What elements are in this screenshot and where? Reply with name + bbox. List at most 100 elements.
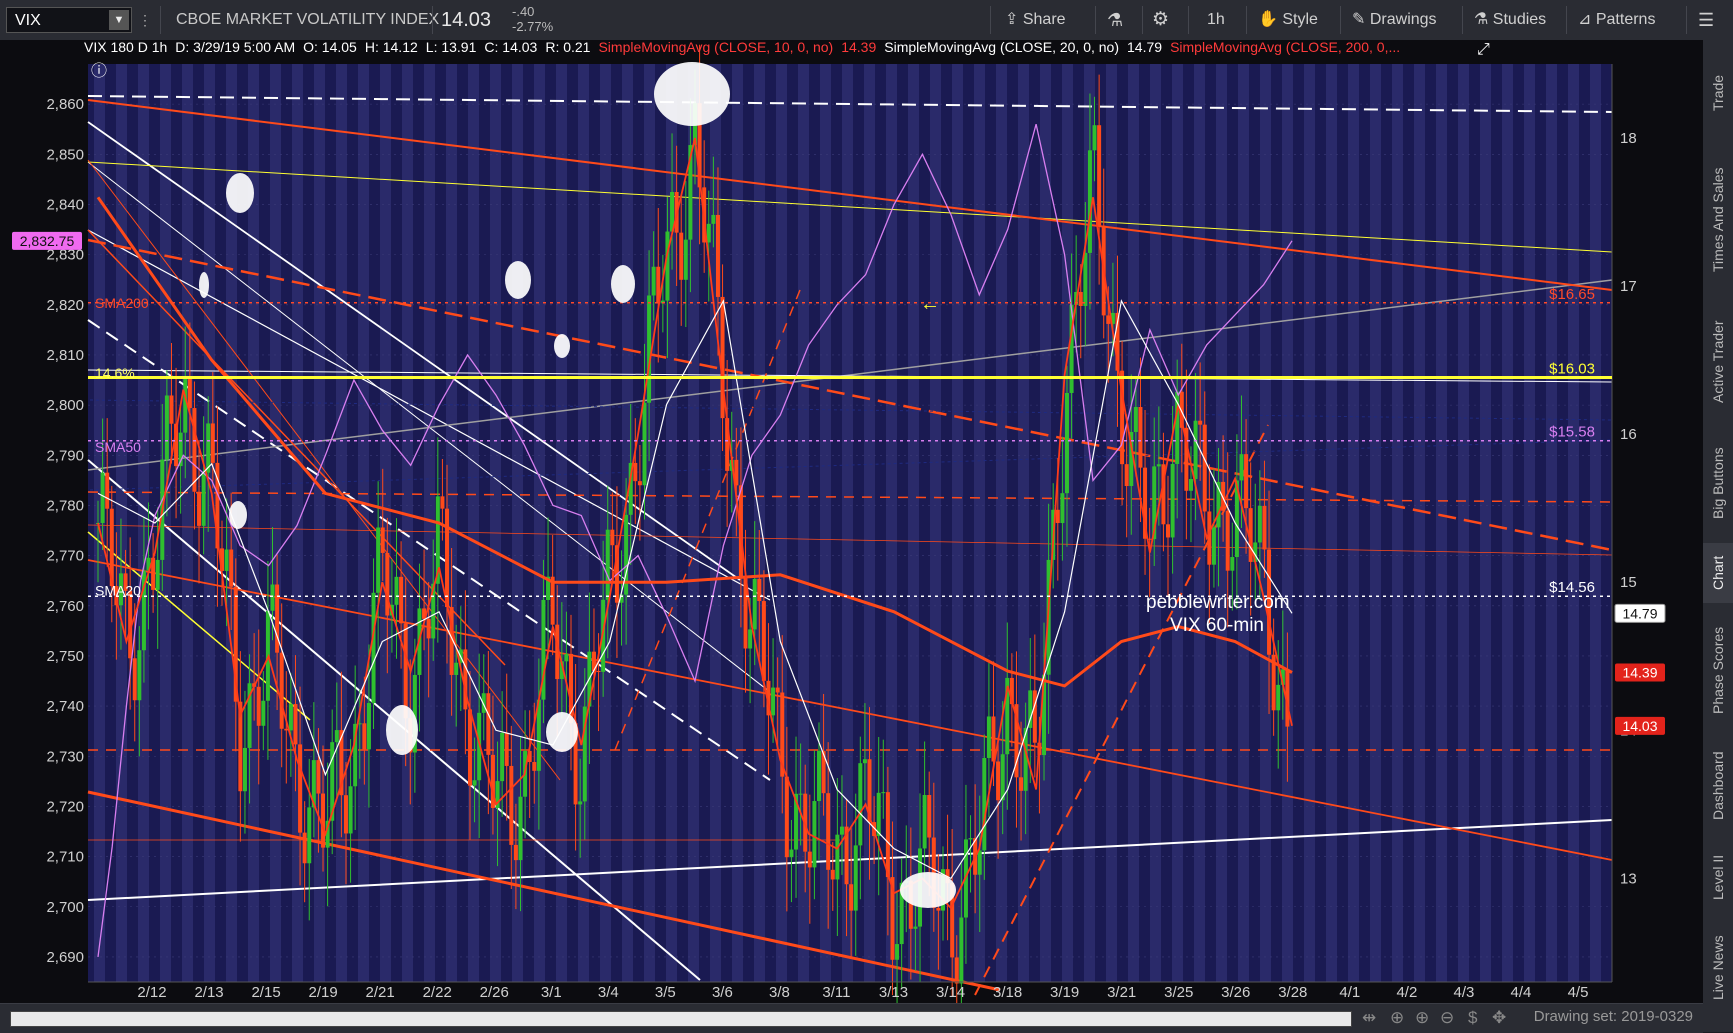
candle-body — [486, 693, 491, 755]
session-band — [1414, 64, 1425, 982]
patterns-button[interactable]: ⊿ Patterns — [1578, 0, 1655, 40]
session-band — [1238, 64, 1249, 982]
x-tick-label: 3/6 — [712, 984, 733, 1001]
header-item: SimpleMovingAvg (CLOSE, 10, 0, no) — [598, 40, 833, 55]
candle-body — [1138, 406, 1143, 468]
candle-body — [454, 662, 459, 675]
candle-body — [105, 472, 110, 509]
patterns-label: Patterns — [1595, 11, 1656, 28]
x-tick-label: 3/1 — [541, 984, 562, 1001]
candle-body — [1000, 754, 1005, 801]
top-toolbar: VIX ▼ ⋮ CBOE MARKET VOLATILITY INDEX 14.… — [0, 0, 1733, 41]
tab-times-and-sales[interactable]: Times And Sales — [1703, 145, 1733, 295]
arrow-left-icon: ← — [920, 293, 940, 315]
timeframe-button[interactable]: 1h — [1207, 0, 1225, 40]
left-tick-label: 2,710 — [46, 849, 84, 866]
candle-body — [564, 653, 569, 662]
tab-level-ii[interactable]: Level II — [1703, 842, 1733, 912]
pan-icon[interactable]: ✥ — [1492, 1008, 1506, 1028]
candle-body — [647, 295, 652, 403]
right-value-label: 14.39 — [1622, 665, 1657, 681]
x-tick-label: 3/4 — [598, 984, 619, 1001]
zoom-out-icon[interactable]: ⊖ — [1440, 1008, 1454, 1028]
session-bands — [88, 64, 1612, 982]
gear-icon[interactable]: ⚙ — [1152, 0, 1169, 40]
pivot-marker — [199, 272, 209, 298]
drawings-button[interactable]: ✎ Drawings — [1352, 0, 1437, 40]
candle-body — [715, 214, 720, 297]
left-tick-label: 2,770 — [46, 548, 84, 565]
tab-active-trader[interactable]: Active Trader — [1703, 302, 1733, 422]
tab-trade[interactable]: Trade — [1703, 48, 1733, 138]
candle-body — [500, 732, 505, 782]
candle-body — [798, 793, 803, 795]
candle-body — [1092, 125, 1097, 151]
right-tick-label: 17 — [1620, 278, 1637, 295]
left-tick-label: 2,800 — [46, 397, 84, 414]
dollar-icon[interactable]: $ — [1468, 1008, 1477, 1028]
scroll-arrows-icon[interactable]: ⇹ — [1362, 1008, 1376, 1028]
session-band — [1326, 64, 1337, 982]
style-button[interactable]: ✋ Style — [1258, 0, 1318, 40]
alert-icon: ⓘ — [91, 62, 107, 80]
candle-body — [197, 491, 202, 526]
candle-body — [187, 378, 192, 409]
candle-body — [348, 786, 353, 834]
toolbar-divider — [1142, 6, 1143, 34]
x-tick-label: 4/1 — [1339, 984, 1360, 1001]
candle-body — [509, 765, 514, 845]
candle-body — [835, 834, 840, 880]
session-band — [1018, 64, 1029, 982]
zoom-in-icon[interactable]: ⊕ — [1415, 1008, 1429, 1028]
last-price: 14.03 — [441, 9, 492, 31]
price-chart[interactable]: 2,8602,8502,8402,8302,8202,8102,8002,790… — [0, 40, 1703, 1003]
symbol-input[interactable]: VIX ▼ — [6, 7, 132, 33]
tab-dashboard[interactable]: Dashboard — [1703, 736, 1733, 836]
tab-phase-scores[interactable]: Phase Scores — [1703, 610, 1733, 730]
candle-body — [771, 687, 776, 716]
crosshair-icon[interactable]: ⊕ — [1390, 1008, 1404, 1028]
candle-body — [366, 703, 371, 750]
candle-body — [1060, 493, 1065, 524]
drawings-label: Drawings — [1369, 11, 1437, 28]
tab-big-buttons[interactable]: Big Buttons — [1703, 428, 1733, 538]
style-label: Style — [1282, 11, 1318, 28]
candle-body — [1262, 505, 1267, 550]
studies-label: Studies — [1492, 11, 1547, 28]
price-change: -.40 -2.77% — [512, 4, 553, 34]
chart-scrollbar[interactable] — [10, 1011, 1352, 1027]
candle-body — [1188, 479, 1193, 491]
candle-body — [895, 944, 900, 960]
right-value-label: 14.79 — [1622, 605, 1657, 621]
flask-icon[interactable]: ⚗ — [1107, 0, 1123, 40]
session-band — [182, 64, 193, 982]
share-button[interactable]: ⇪ Share — [1005, 0, 1066, 40]
candle-body — [876, 792, 881, 837]
menu-icon[interactable]: ☰ — [1698, 0, 1714, 40]
candle-body — [504, 732, 509, 766]
toolbar-divider — [160, 6, 161, 34]
tab-live-news[interactable]: Live News — [1703, 918, 1733, 1018]
candle-body — [1083, 252, 1088, 306]
candle-body — [1019, 777, 1024, 791]
level-label: $16.65 — [1549, 286, 1595, 303]
left-tick-label: 2,750 — [46, 648, 84, 665]
candle-body — [169, 395, 174, 424]
candle-body — [1087, 150, 1092, 253]
session-band — [1348, 64, 1359, 982]
scrollbar-thumb[interactable] — [11, 1012, 1351, 1026]
header-item: VIX 180 D 1h — [84, 40, 167, 55]
candle-body — [298, 744, 303, 833]
toolbar-divider — [1340, 6, 1341, 34]
studies-button[interactable]: ⚗ Studies — [1474, 0, 1546, 40]
level-label: $14.56 — [1549, 579, 1595, 596]
candle-body — [472, 780, 477, 786]
tab-chart[interactable]: Chart — [1703, 543, 1733, 603]
link-icon[interactable]: ⋮ — [138, 0, 152, 40]
session-band — [1040, 64, 1051, 982]
candle-body — [936, 907, 941, 911]
candle-body — [1032, 690, 1037, 743]
session-band — [1370, 64, 1381, 982]
candle-body — [164, 395, 169, 460]
chevron-down-icon[interactable]: ▼ — [109, 10, 129, 30]
